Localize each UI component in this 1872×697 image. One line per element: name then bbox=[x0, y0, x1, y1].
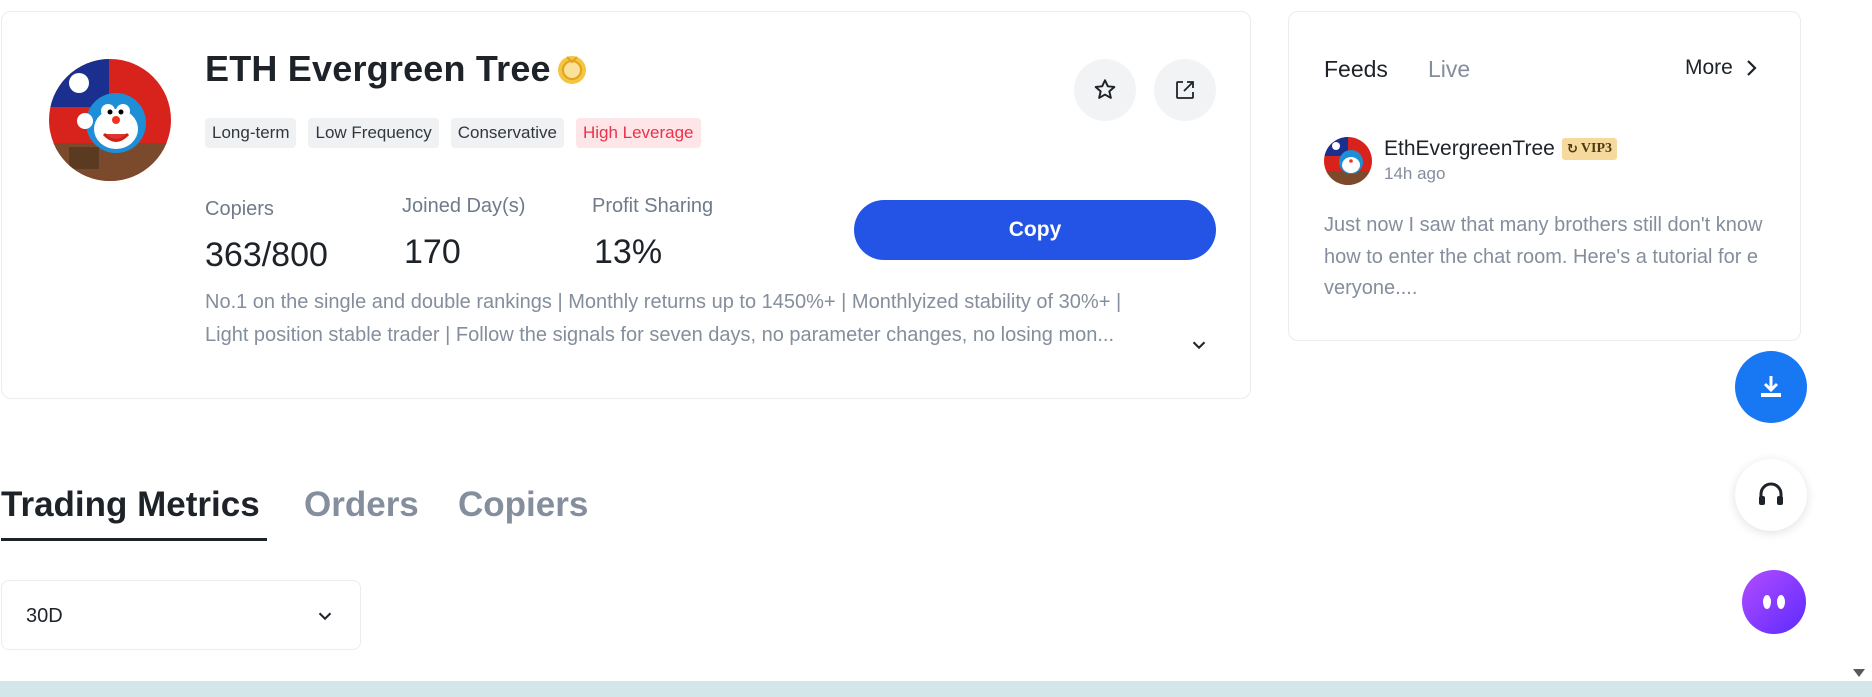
chevron-right-icon bbox=[1747, 60, 1757, 76]
joined-days-label: Joined Day(s) bbox=[402, 195, 526, 217]
chat-bot-icon bbox=[1763, 595, 1785, 609]
description-line: Light position stable trader | Follow th… bbox=[205, 324, 1115, 346]
tab-feeds[interactable]: Feeds bbox=[1324, 56, 1388, 83]
copiers-label: Copiers bbox=[205, 198, 274, 220]
star-icon bbox=[1094, 79, 1116, 99]
share-button[interactable] bbox=[1154, 59, 1216, 121]
favorite-button[interactable] bbox=[1074, 59, 1136, 121]
description-line: No.1 on the single and double rankings |… bbox=[205, 291, 1122, 313]
trader-description: No.1 on the single and double rankings |… bbox=[205, 286, 1195, 352]
copy-button[interactable]: Copy bbox=[854, 200, 1216, 260]
chevron-down-icon bbox=[1192, 341, 1206, 350]
feed-username[interactable]: EthEvergreenTree bbox=[1384, 137, 1555, 161]
tag-long-term: Long-term bbox=[205, 118, 297, 148]
vip-level: VIP3 bbox=[1580, 141, 1613, 156]
copiers-value: 363/800 bbox=[205, 236, 328, 274]
tab-live[interactable]: Live bbox=[1428, 56, 1470, 83]
download-icon bbox=[1761, 376, 1781, 397]
chevron-down-icon bbox=[318, 612, 332, 621]
tab-orders[interactable]: Orders bbox=[304, 485, 419, 525]
feed-user-avatar[interactable] bbox=[1324, 137, 1372, 185]
period-select[interactable]: 30D bbox=[1, 580, 361, 650]
share-icon bbox=[1176, 81, 1194, 99]
feed-post-text[interactable]: Just now I saw that many brothers still … bbox=[1324, 210, 1764, 305]
vip-badge: ↻ VIP3 bbox=[1562, 138, 1618, 160]
tab-copiers[interactable]: Copiers bbox=[458, 485, 588, 525]
trader-tags: Long-term Low Frequency Conservative Hig… bbox=[205, 118, 701, 148]
tag-conservative: Conservative bbox=[450, 118, 564, 148]
tab-trading-metrics[interactable]: Trading Metrics bbox=[1, 485, 260, 525]
joined-days-value: 170 bbox=[404, 233, 461, 271]
expand-description-button[interactable] bbox=[1188, 334, 1210, 361]
support-button[interactable] bbox=[1735, 459, 1807, 531]
profit-sharing-value: 13% bbox=[594, 233, 663, 271]
medal-icon bbox=[555, 52, 589, 86]
profit-sharing-label: Profit Sharing bbox=[592, 195, 714, 217]
trader-avatar bbox=[49, 59, 171, 181]
headset-icon bbox=[1759, 482, 1783, 505]
active-tab-indicator bbox=[1, 538, 267, 541]
os-taskbar bbox=[0, 681, 1872, 697]
feed-timestamp: 14h ago bbox=[1384, 164, 1446, 183]
trader-name: ETH Evergreen Tree bbox=[205, 48, 551, 89]
assistant-button[interactable] bbox=[1742, 570, 1806, 634]
tag-high-leverage: High Leverage bbox=[575, 118, 701, 148]
more-link[interactable]: More bbox=[1685, 56, 1761, 80]
vip-crown-icon: ↻ bbox=[1567, 141, 1578, 157]
period-value: 30D bbox=[26, 605, 63, 627]
download-button[interactable] bbox=[1735, 351, 1807, 423]
more-label: More bbox=[1685, 56, 1733, 79]
tag-low-frequency: Low Frequency bbox=[308, 118, 439, 148]
